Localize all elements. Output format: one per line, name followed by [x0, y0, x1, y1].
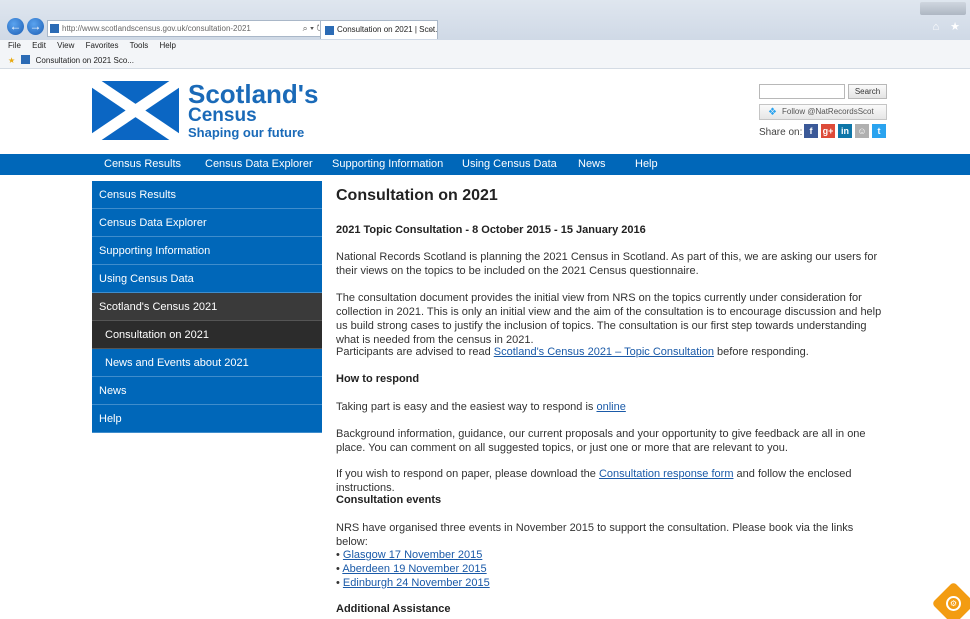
menu-help[interactable]: Help — [160, 41, 176, 50]
sidebar-item-consultation-2021[interactable]: Consultation on 2021 — [92, 321, 322, 349]
page-title: Consultation on 2021 — [336, 187, 498, 204]
intro-paragraph: National Records Scotland is planning th… — [336, 251, 878, 277]
respond-paragraph: Taking part is easy and the easiest way … — [336, 400, 884, 414]
menu-bar: File Edit View Favorites Tools Help — [0, 40, 970, 53]
glasgow-event-link[interactable]: Glasgow 17 November 2015 — [343, 549, 482, 561]
address-url: http://www.scotlandscensus.gov.uk/consul… — [62, 24, 251, 33]
sidebar-item-help[interactable]: Help — [92, 405, 322, 433]
search-button[interactable]: Search — [848, 84, 887, 99]
response-form-link[interactable]: Consultation response form — [599, 468, 734, 480]
list-item: • Glasgow 17 November 2015 — [336, 548, 482, 562]
twitter-share-icon[interactable]: t — [872, 124, 886, 138]
logo-subtitle[interactable]: Census — [188, 106, 257, 126]
additional-assistance-heading: Additional Assistance — [336, 603, 451, 615]
sidebar-item-supporting-information[interactable]: Supporting Information — [92, 237, 322, 265]
follow-twitter-button[interactable]: ❖ Follow @NatRecordsScot — [759, 104, 887, 120]
share-label: Share on: — [759, 127, 803, 138]
top-navigation: Census Results Census Data Explorer Supp… — [0, 154, 970, 175]
how-to-respond-heading: How to respond — [336, 373, 420, 385]
menu-file[interactable]: File — [8, 41, 21, 50]
menu-edit[interactable]: Edit — [32, 41, 46, 50]
sidebar-item-news-events-2021[interactable]: News and Events about 2021 — [92, 349, 322, 377]
menu-view[interactable]: View — [57, 41, 74, 50]
site-favicon-icon — [50, 24, 59, 33]
topic-consultation-link[interactable]: Scotland's Census 2021 – Topic Consultat… — [494, 346, 714, 358]
back-button[interactable]: ← — [7, 18, 24, 35]
advice-text-end: before responding. — [713, 346, 809, 358]
background-paragraph: Background information, guidance, our cu… — [336, 428, 866, 454]
topnav-news[interactable]: News — [578, 154, 606, 175]
browser-toolbar: ← → http://www.scotlandscensus.gov.uk/co… — [0, 0, 970, 40]
sidebar: Census Results Census Data Explorer Supp… — [92, 181, 322, 433]
bullet: • — [336, 577, 343, 589]
advice-paragraph: Participants are advised to read Scotlan… — [336, 345, 884, 359]
edinburgh-event-link[interactable]: Edinburgh 24 November 2015 — [343, 577, 490, 589]
topnav-supporting-information[interactable]: Supporting Information — [332, 154, 443, 175]
sidebar-item-scotlands-census-2021[interactable]: Scotland's Census 2021 — [92, 293, 322, 321]
forward-button[interactable]: → — [27, 18, 44, 35]
twitter-bird-icon: ❖ — [768, 107, 777, 118]
advice-text: Participants are advised to read — [336, 346, 494, 358]
topnav-using-census-data[interactable]: Using Census Data — [462, 154, 557, 175]
list-item: • Aberdeen 19 November 2015 — [336, 562, 487, 576]
topnav-help[interactable]: Help — [635, 154, 658, 175]
online-link[interactable]: online — [596, 401, 625, 413]
menu-tools[interactable]: Tools — [130, 41, 149, 50]
menu-favorites[interactable]: Favorites — [86, 41, 119, 50]
tab-title: Consultation on 2021 | Scot... — [337, 25, 438, 34]
main-content: Consultation on 2021 2021 Topic Consulta… — [336, 186, 884, 615]
saltire-logo-icon[interactable] — [92, 81, 179, 140]
sidebar-item-census-results[interactable]: Census Results — [92, 181, 322, 209]
topnav-census-results[interactable]: Census Results — [104, 154, 181, 175]
paper-text: If you wish to respond on paper, please … — [336, 468, 599, 480]
paper-paragraph: If you wish to respond on paper, please … — [336, 467, 884, 495]
logo-tagline: Shaping our future — [188, 125, 305, 140]
favorite-favicon-icon — [21, 55, 31, 64]
events-paragraph: NRS have organised three events in Novem… — [336, 522, 854, 548]
linkedin-share-icon[interactable]: in — [838, 124, 852, 138]
sidebar-item-using-census-data[interactable]: Using Census Data — [92, 265, 322, 293]
window-controls[interactable] — [920, 2, 966, 15]
sidebar-item-census-data-explorer[interactable]: Census Data Explorer — [92, 209, 322, 237]
consultation-events-heading: Consultation events — [336, 494, 442, 506]
topnav-census-data-explorer[interactable]: Census Data Explorer — [205, 154, 313, 175]
help-gear-icon: ⚙ — [946, 596, 961, 611]
bullet: • — [336, 549, 343, 561]
aberdeen-event-link[interactable]: Aberdeen 19 November 2015 — [342, 563, 486, 575]
consultation-dates-heading: 2021 Topic Consultation - 8 October 2015… — [336, 224, 646, 236]
home-star-icon[interactable]: ⌂ ★ — [932, 20, 964, 33]
search-input[interactable] — [759, 84, 845, 99]
facebook-share-icon[interactable]: f — [804, 124, 818, 138]
consultation-paragraph: The consultation document provides the i… — [336, 292, 882, 346]
address-bar[interactable]: http://www.scotlandscensus.gov.uk/consul… — [47, 20, 329, 37]
favorites-star-icon[interactable]: ★ — [8, 56, 15, 65]
reddit-share-icon[interactable]: ☺ — [855, 124, 869, 138]
logo-title[interactable]: Scotland's — [188, 80, 318, 108]
favorites-bar: ★ Consultation on 2021 Sco... — [0, 53, 970, 69]
tab-close-icon[interactable]: × — [428, 21, 433, 39]
follow-label: Follow @NatRecordsScot — [782, 107, 874, 116]
sidebar-item-news[interactable]: News — [92, 377, 322, 405]
favorite-item[interactable]: Consultation on 2021 Sco... — [36, 56, 134, 65]
googleplus-share-icon[interactable]: g+ — [821, 124, 835, 138]
browser-tab[interactable]: Consultation on 2021 | Scot... × — [320, 20, 438, 39]
tab-favicon-icon — [325, 26, 334, 35]
respond-text: Taking part is easy and the easiest way … — [336, 401, 597, 413]
help-widget-button[interactable]: ⚙ — [931, 581, 970, 619]
list-item: • Edinburgh 24 November 2015 — [336, 576, 490, 590]
